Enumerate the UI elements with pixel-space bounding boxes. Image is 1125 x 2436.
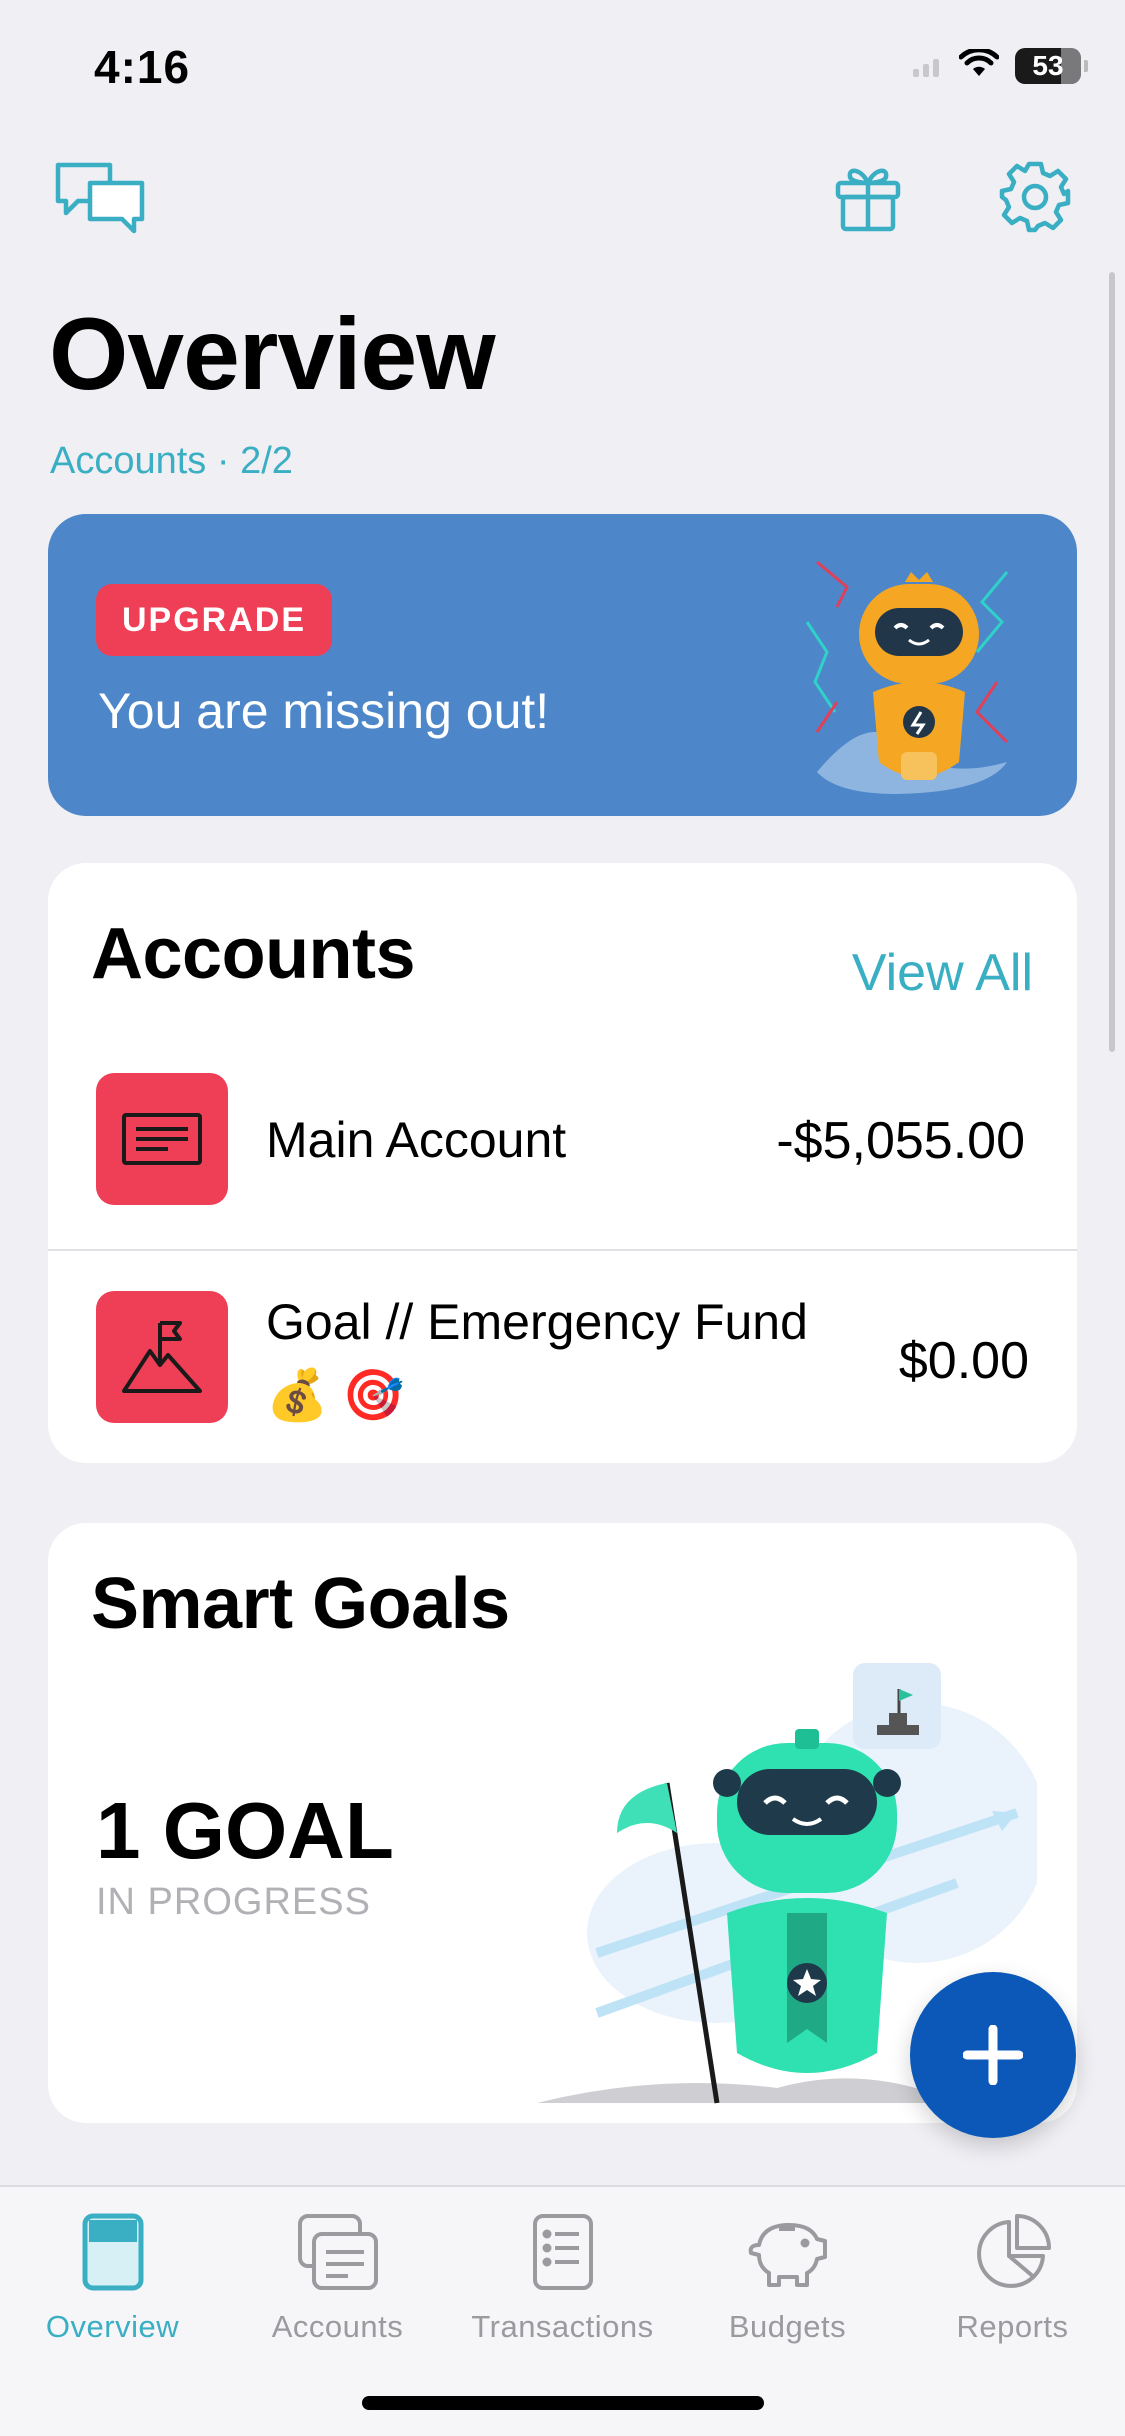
chat-button[interactable]	[50, 152, 150, 242]
account-row-main[interactable]: Main Account -$5,055.00	[48, 1073, 1077, 1249]
scrollbar[interactable]	[1109, 272, 1115, 1052]
banner-message: You are missing out!	[98, 683, 550, 739]
account-emoji: 💰 🎯	[266, 1367, 405, 1423]
tab-label: Reports	[956, 2309, 1069, 2344]
smart-goals-title: Smart Goals	[91, 1564, 510, 1644]
mountain-flag-icon	[96, 1291, 228, 1423]
check-icon	[96, 1073, 228, 1205]
accounts-count-link[interactable]: Accounts · 2/2	[50, 440, 293, 483]
tab-reports[interactable]: Reports	[900, 2207, 1125, 2357]
account-balance: $0.00	[898, 1332, 1029, 1390]
chat-bubbles-icon	[55, 162, 145, 234]
gift-icon	[835, 168, 901, 232]
accounts-icon	[293, 2207, 383, 2297]
account-name: Goal // Emergency Fund	[266, 1294, 808, 1350]
status-time: 4:16	[94, 41, 191, 93]
tab-transactions[interactable]: Transactions	[450, 2207, 675, 2357]
status-icons: 53	[913, 46, 1088, 84]
wifi-icon	[958, 46, 1000, 84]
robot-illustration	[777, 532, 1037, 807]
page-title: Overview	[49, 297, 496, 411]
tab-budgets[interactable]: Budgets	[675, 2207, 900, 2357]
overview-icon	[68, 2207, 158, 2297]
account-row-emergency-fund[interactable]: Goal // Emergency Fund 💰 🎯 $0.00	[48, 1251, 1077, 1463]
battery-level: 53	[1032, 50, 1064, 81]
plus-icon	[963, 2025, 1023, 2085]
view-all-link[interactable]: View All	[852, 943, 1033, 1003]
account-name: Main Account	[266, 1112, 567, 1168]
piggy-bank-icon	[743, 2207, 833, 2297]
tab-overview[interactable]: Overview	[0, 2207, 225, 2357]
gift-button[interactable]	[818, 152, 918, 242]
upgrade-badge: UPGRADE	[96, 584, 333, 656]
tab-label: Budgets	[728, 2309, 847, 2344]
goal-status: IN PROGRESS	[96, 1881, 371, 1923]
tab-accounts[interactable]: Accounts	[225, 2207, 450, 2357]
status-bar: 4:16 53	[0, 0, 1125, 140]
settings-button[interactable]	[985, 152, 1085, 242]
tab-label: Transactions	[471, 2309, 654, 2344]
add-button[interactable]	[910, 1972, 1076, 2138]
transactions-icon	[518, 2207, 608, 2297]
upgrade-banner[interactable]: UPGRADE You are missing out!	[48, 514, 1077, 816]
accounts-card-title: Accounts	[91, 914, 416, 994]
tab-label: Accounts	[271, 2309, 404, 2344]
home-indicator[interactable]	[362, 2396, 764, 2410]
cellular-signal-icon	[913, 55, 943, 77]
pie-chart-icon	[968, 2207, 1058, 2297]
battery-icon: 53	[1015, 48, 1088, 84]
accounts-card: Accounts View All Main Account -$5,055.0…	[48, 863, 1077, 1463]
goal-count: 1 GOAL	[96, 1786, 394, 1875]
tab-label: Overview	[45, 2309, 180, 2344]
gear-icon	[999, 161, 1071, 233]
account-balance: -$5,055.00	[776, 1112, 1025, 1170]
